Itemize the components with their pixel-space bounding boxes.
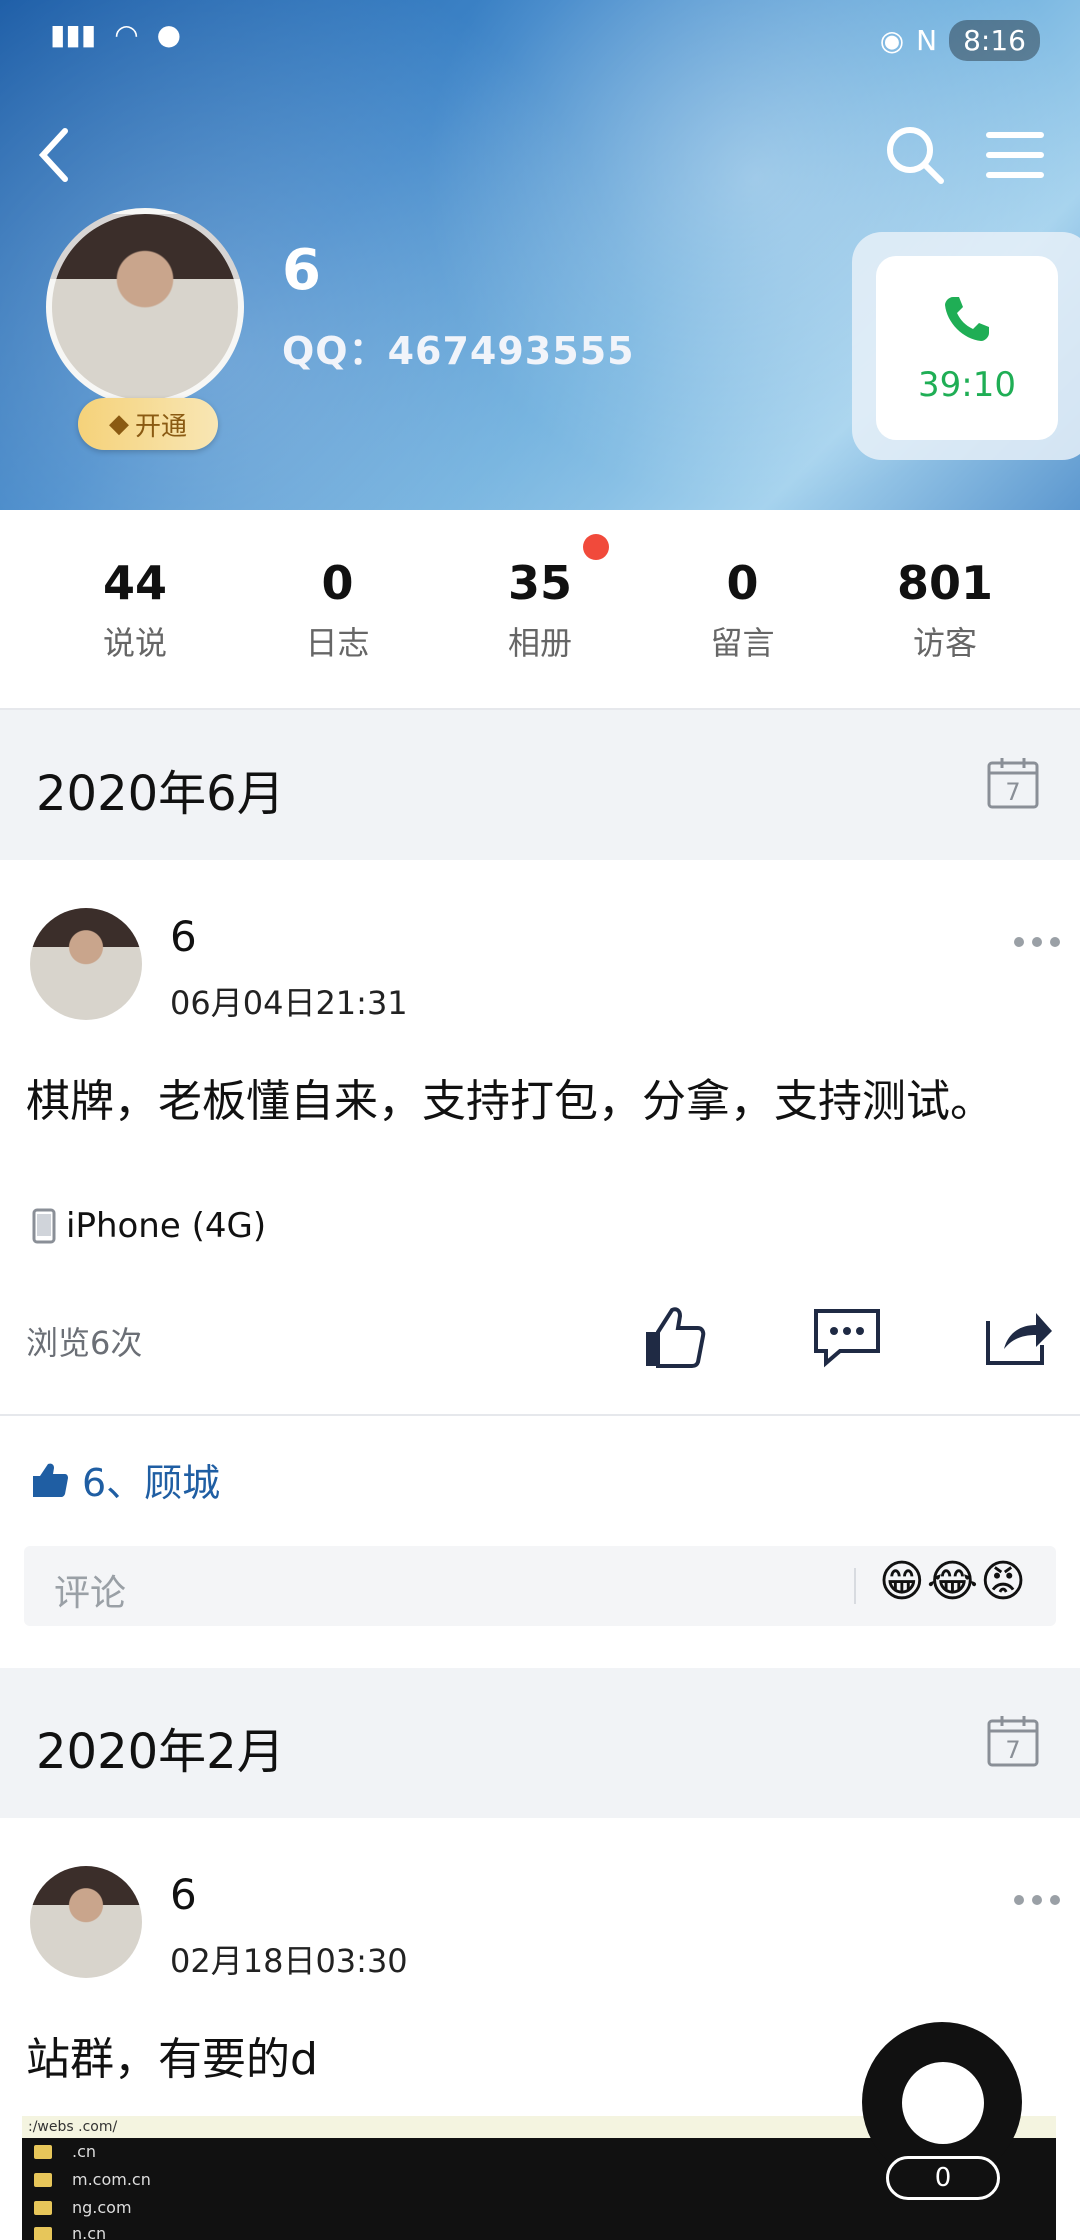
profile-avatar[interactable]	[46, 208, 244, 406]
comment-placeholder: 评论	[54, 1573, 127, 1614]
stat-posts[interactable]: 44 说说	[35, 510, 235, 710]
month-label: 2020年6月	[36, 766, 285, 822]
wifi-icon: ◠	[114, 18, 139, 51]
vip-badge[interactable]: ◆ 开通	[78, 398, 218, 450]
call-card[interactable]: 39:10	[876, 256, 1058, 440]
signal-icon: ▮▮▮	[50, 18, 97, 51]
month-header: 2020年2月 7	[0, 1668, 1080, 1818]
stats-bar: 44 说说 0 日志 35 相册 0 留言 801 访客	[0, 510, 1080, 710]
status-bar: ▮▮▮ ◠ ● ◉ N 8:16	[0, 0, 1080, 80]
like-list[interactable]: 6、顾城	[30, 1452, 220, 1507]
comment-divider	[854, 1568, 856, 1604]
calendar-icon[interactable]: 7	[986, 756, 1040, 810]
menu-icon	[986, 132, 1044, 178]
like-icon	[646, 1307, 706, 1368]
like-names: 6、顾城	[82, 1461, 221, 1505]
assistant-face-icon	[902, 2062, 984, 2144]
emoji-button[interactable]: 😁 😂 😡	[879, 1556, 1026, 1607]
phone-icon	[945, 297, 989, 341]
divider	[0, 1414, 1080, 1416]
back-button[interactable]	[20, 120, 90, 190]
stat-label: 说说	[102, 624, 167, 662]
stat-label: 日志	[305, 624, 370, 662]
stat-label: 留言	[710, 624, 775, 662]
status-right: ◉ N 8:16	[880, 20, 1040, 61]
stat-number: 35	[507, 556, 572, 610]
vip-label: 开通	[134, 411, 187, 442]
svg-text:7: 7	[1005, 1736, 1020, 1764]
share-icon	[986, 1313, 1052, 1365]
image-row: m.com.cn	[34, 2170, 151, 2189]
thumb-icon	[33, 1463, 68, 1497]
comment-icon	[814, 1309, 880, 1368]
notification-dot	[583, 534, 609, 560]
post-author[interactable]: 6	[170, 912, 197, 961]
stat-number: 801	[896, 556, 994, 610]
laugh-emoji-icon: 😂	[926, 1556, 979, 1607]
post-avatar[interactable]	[30, 1866, 142, 1978]
eye-icon: ◉	[879, 24, 905, 57]
stat-number: 0	[726, 556, 759, 610]
stat-album[interactable]: 35 相册	[440, 510, 640, 710]
post-author[interactable]: 6	[170, 1870, 197, 1919]
status-left: ▮▮▮ ◠ ●	[50, 18, 181, 51]
stat-number: 44	[102, 556, 167, 610]
stat-messages[interactable]: 0 留言	[643, 510, 843, 710]
stat-label: 访客	[912, 624, 977, 662]
month-header: 2020年6月 7	[0, 710, 1080, 860]
top-nav	[0, 110, 1080, 200]
stat-visitors[interactable]: 801 访客	[845, 510, 1045, 710]
like-button[interactable]	[636, 1300, 710, 1374]
image-row: ng.com	[34, 2198, 132, 2217]
more-icon[interactable]	[1014, 1890, 1060, 1910]
profile-name: 6	[282, 238, 321, 303]
svg-text:7: 7	[1005, 778, 1020, 806]
profile-header: ▮▮▮ ◠ ● ◉ N 8:16 ◆ 开通 6 QQ：467493555 39:…	[0, 0, 1080, 510]
profile-qq: QQ：467493555	[282, 329, 635, 373]
post-time: 02月18日03:30	[170, 1942, 408, 1980]
month-label: 2020年2月	[36, 1724, 285, 1780]
post-avatar[interactable]	[30, 908, 142, 1020]
share-button[interactable]	[982, 1300, 1056, 1374]
post-device: iPhone (4G)	[32, 1206, 266, 1246]
device-icon	[32, 1208, 56, 1244]
nfc-icon: N	[916, 24, 938, 57]
image-row: .cn	[34, 2142, 96, 2161]
calendar-icon[interactable]: 7	[986, 1714, 1040, 1768]
more-icon[interactable]	[1014, 932, 1060, 952]
post-text: 棋牌，老板懂自来，支持打包，分拿，支持测试。	[26, 1076, 994, 1127]
post-time: 06月04日21:31	[170, 984, 408, 1022]
search-icon	[887, 127, 944, 184]
post-views: 浏览6次	[26, 1324, 143, 1362]
stat-label: 相册	[507, 624, 572, 662]
menu-button[interactable]	[980, 120, 1050, 190]
stat-blog[interactable]: 0 日志	[238, 510, 438, 710]
search-button[interactable]	[880, 120, 950, 190]
comment-input[interactable]: 评论 😁 😂 😡	[24, 1546, 1056, 1626]
comment-button[interactable]	[810, 1300, 884, 1374]
floating-count: 0	[886, 2156, 1000, 2200]
shout-emoji-icon: 😡	[980, 1556, 1026, 1607]
status-time: 8:16	[949, 20, 1040, 61]
diamond-icon: ◆	[108, 409, 129, 439]
grin-emoji-icon: 😁	[878, 1556, 925, 1607]
wechat-icon: ●	[156, 18, 182, 51]
call-duration: 39:10	[918, 365, 1016, 405]
back-icon	[38, 128, 68, 182]
stat-number: 0	[321, 556, 354, 610]
device-label: iPhone (4G)	[66, 1206, 267, 1246]
image-row: n.cn	[34, 2224, 106, 2240]
